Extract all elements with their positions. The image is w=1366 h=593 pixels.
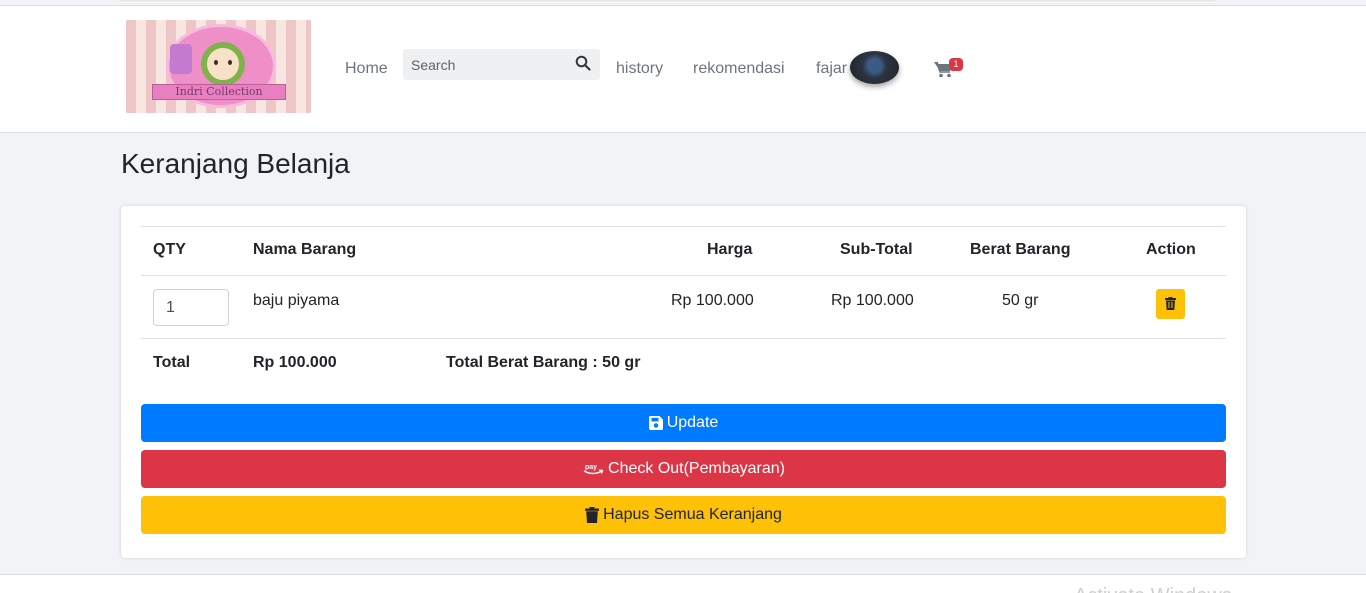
search-input[interactable]	[403, 49, 568, 80]
nav-home-link[interactable]: Home	[345, 60, 388, 78]
total-value: Rp 100.000	[253, 354, 337, 371]
trash-icon	[1165, 297, 1176, 310]
total-label: Total	[153, 354, 191, 371]
item-name: baju piyama	[253, 292, 340, 309]
top-divider	[120, 0, 1215, 1]
item-price: Rp 100.000	[671, 292, 754, 309]
save-icon	[648, 416, 663, 430]
table-row-border	[141, 338, 1226, 339]
nav-rekomendasi-link[interactable]: rekomendasi	[693, 60, 785, 78]
logo-text: Indri Collection	[152, 84, 286, 100]
item-weight: 50 gr	[1002, 292, 1039, 309]
header-sub-total: Sub-Total	[840, 241, 913, 258]
header-qty: QTY	[153, 241, 186, 258]
logo-eye	[214, 60, 218, 65]
checkout-button[interactable]: pay Check Out(Pembayaran)	[141, 450, 1226, 488]
header-harga: Harga	[707, 241, 753, 258]
trash-icon	[585, 507, 600, 523]
clear-cart-button-label: Hapus Semua Keranjang	[603, 506, 782, 523]
page-title: Keranjang Belanja	[121, 148, 350, 179]
item-subtotal: Rp 100.000	[831, 292, 914, 309]
logo-face	[201, 42, 245, 86]
header-nama-barang: Nama Barang	[253, 241, 357, 258]
cart-count-badge: 1	[949, 58, 963, 71]
update-button[interactable]: Update	[141, 404, 1226, 442]
search-icon[interactable]	[575, 55, 591, 71]
header-berat-barang: Berat Barang	[970, 241, 1071, 258]
avatar[interactable]	[850, 51, 899, 84]
table-top-border	[141, 226, 1226, 227]
delete-item-button[interactable]	[1156, 289, 1185, 319]
svg-text:pay: pay	[585, 464, 597, 471]
clear-cart-button[interactable]: Hapus Semua Keranjang	[141, 496, 1226, 534]
nav-history-link[interactable]: history	[616, 60, 663, 78]
checkout-button-label: Check Out(Pembayaran)	[608, 460, 785, 477]
logo-phone	[170, 44, 192, 74]
total-weight: Total Berat Barang : 50 gr	[446, 354, 641, 371]
search-box	[403, 49, 600, 80]
header-action: Action	[1146, 241, 1196, 258]
update-button-label: Update	[666, 414, 719, 431]
table-header-border	[141, 275, 1226, 276]
brand-logo[interactable]: Indri Collection	[126, 20, 311, 113]
amazon-pay-icon: pay	[583, 464, 604, 475]
nav-user-link[interactable]: fajar	[816, 60, 847, 78]
quantity-input[interactable]	[153, 289, 229, 326]
windows-activation-watermark: Activate Windows	[1074, 585, 1232, 593]
logo-eye	[228, 60, 232, 65]
